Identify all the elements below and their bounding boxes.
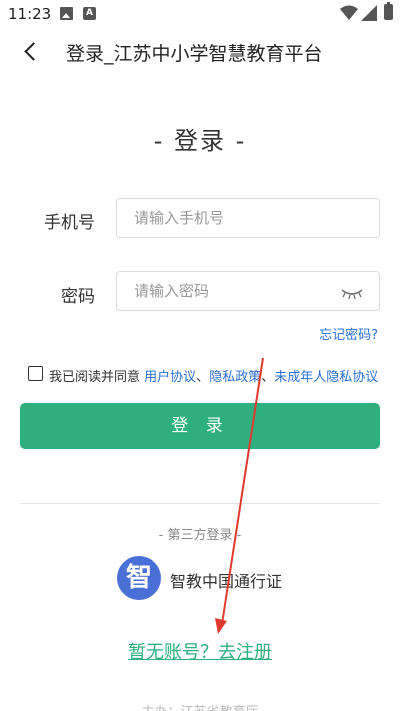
status-bar: 11:23 A bbox=[0, 0, 400, 30]
phone-input[interactable] bbox=[116, 198, 380, 238]
zhijiao-login-label[interactable]: 智教中国通行证 bbox=[170, 568, 282, 592]
a-notification-icon: A bbox=[83, 7, 96, 20]
image-icon bbox=[60, 7, 73, 20]
password-label: 密码 bbox=[61, 287, 95, 307]
wifi-icon bbox=[340, 5, 358, 20]
login-heading: - 登录 - bbox=[153, 127, 247, 155]
user-agreement-link[interactable]: 用户协议 bbox=[144, 370, 196, 385]
divider bbox=[20, 503, 380, 504]
agreement-separator: 、 bbox=[196, 370, 210, 385]
chevron-left-icon[interactable] bbox=[18, 36, 46, 66]
agreement-row: 我已阅读并同意 用户协议、隐私政策、未成年人隐私协议 bbox=[28, 366, 388, 385]
agreement-checkbox[interactable] bbox=[28, 366, 43, 381]
battery-icon bbox=[384, 2, 393, 20]
zhijiao-logo-icon[interactable]: 智 bbox=[117, 556, 161, 600]
footer-text: 主办：江苏省教育厅 bbox=[0, 701, 400, 711]
signal-icon bbox=[361, 5, 377, 21]
status-time: 11:23 bbox=[8, 5, 52, 23]
minor-privacy-link[interactable]: 未成年人隐私协议 bbox=[274, 370, 378, 385]
agreement-separator: 、 bbox=[261, 370, 275, 385]
phone-label: 手机号 bbox=[44, 213, 95, 233]
page-title: 登录_江苏中小学智慧教育平台 bbox=[66, 43, 323, 65]
agreement-text: 我已阅读并同意 用户协议、隐私政策、未成年人隐私协议 bbox=[49, 366, 378, 385]
privacy-policy-link[interactable]: 隐私政策 bbox=[209, 370, 261, 385]
annotation-arrow bbox=[215, 357, 264, 634]
forgot-password-link[interactable]: 忘记密码? bbox=[319, 324, 378, 343]
login-button[interactable]: 登 录 bbox=[20, 403, 380, 449]
eye-closed-icon[interactable] bbox=[340, 286, 364, 300]
register-link[interactable]: 暂无账号？去注册 bbox=[0, 638, 400, 664]
third-party-label: - 第三方登录 - bbox=[158, 528, 242, 543]
header: 登录_江苏中小学智慧教育平台 bbox=[0, 34, 400, 70]
agreement-prefix: 我已阅读并同意 bbox=[49, 370, 141, 385]
